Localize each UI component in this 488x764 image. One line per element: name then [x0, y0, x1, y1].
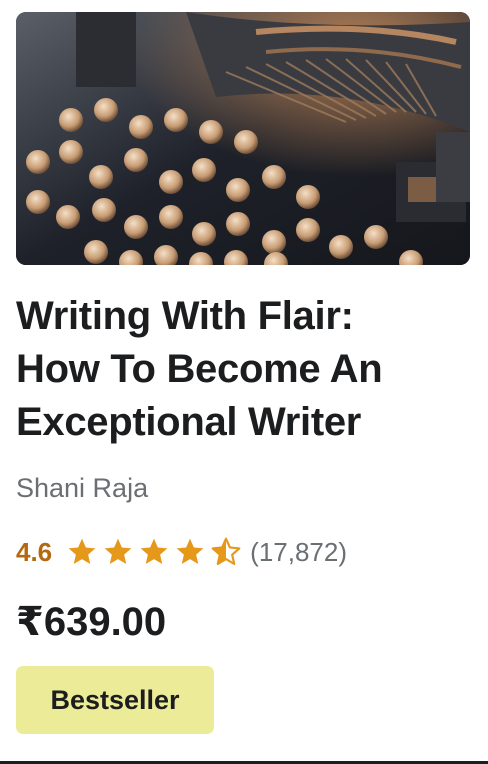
course-title-line: Writing With Flair:	[16, 294, 354, 338]
course-title[interactable]: Writing With Flair: How To Become An Exc…	[16, 290, 476, 449]
course-title-line: Exceptional Writer	[16, 400, 362, 444]
star-full-icon	[68, 538, 96, 564]
star-half-icon	[211, 537, 241, 566]
price: ₹639.00	[16, 600, 167, 644]
rating-count: (17,872)	[250, 536, 347, 567]
star-full-icon	[104, 538, 132, 564]
star-full-icon	[176, 538, 204, 564]
course-title-line: How To Become An	[16, 347, 383, 391]
author-name: Shani Raja	[16, 473, 149, 503]
rating-row: 4.6 (17,872)	[16, 534, 347, 570]
star-full-icon	[140, 538, 168, 564]
star-rating	[66, 536, 242, 568]
rating-value: 4.6	[16, 536, 53, 567]
course-thumbnail[interactable]	[16, 12, 470, 265]
course-card[interactable]: Writing With Flair: How To Become An Exc…	[0, 0, 488, 764]
bestseller-badge: Bestseller	[16, 666, 214, 734]
typewriter-image	[16, 12, 470, 265]
